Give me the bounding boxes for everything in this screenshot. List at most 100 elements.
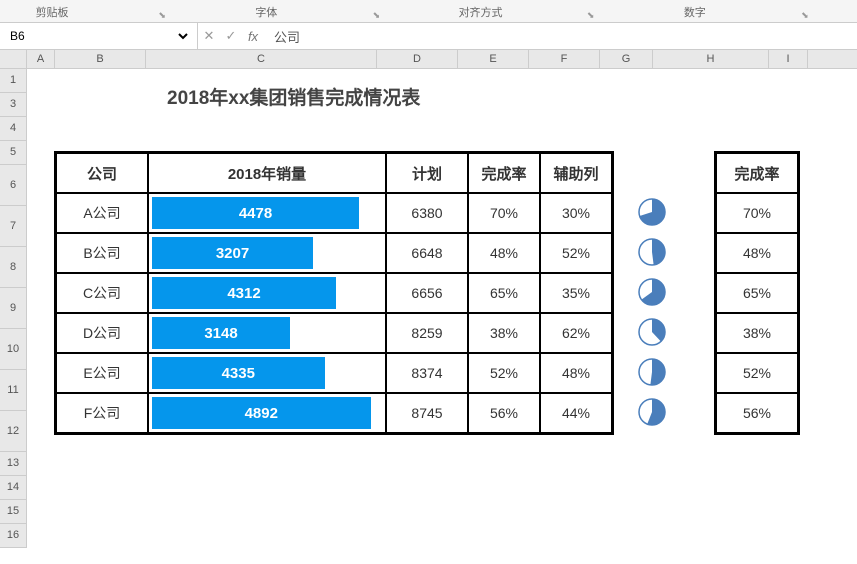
ribbon-group-align: 对齐方式 bbox=[429, 4, 533, 20]
col-header-A[interactable]: A bbox=[27, 50, 55, 68]
table-row: F公司4892874556%44% bbox=[56, 393, 612, 433]
enter-icon[interactable]: ✓ bbox=[220, 28, 242, 44]
worksheet: 1345678910111213141516 ABCDEFGHI 2018年xx… bbox=[0, 50, 857, 548]
ribbon-group-font: 字体 bbox=[214, 4, 318, 20]
row-header-15[interactable]: 15 bbox=[0, 500, 26, 524]
table-row: 70% bbox=[716, 193, 798, 233]
cell-company[interactable]: A公司 bbox=[56, 193, 148, 233]
cell-aux[interactable]: 44% bbox=[540, 393, 612, 433]
col-header-G[interactable]: G bbox=[600, 50, 653, 68]
cell-rate[interactable]: 56% bbox=[468, 393, 540, 433]
cell-aux[interactable]: 48% bbox=[540, 353, 612, 393]
row-header-8[interactable]: 8 bbox=[0, 247, 26, 288]
row-header-7[interactable]: 7 bbox=[0, 206, 26, 247]
cell-rate2[interactable]: 65% bbox=[716, 273, 798, 313]
cell-plan[interactable]: 6648 bbox=[386, 233, 468, 273]
cell-plan[interactable]: 6380 bbox=[386, 193, 468, 233]
table-header-row: 公司 2018年销量 计划 完成率 辅助列 bbox=[56, 153, 612, 193]
cell-sales[interactable]: 4478 bbox=[148, 193, 386, 233]
col-header-rate2[interactable]: 完成率 bbox=[716, 153, 798, 193]
table-row: B公司3207664848%52% bbox=[56, 233, 612, 273]
name-box-select[interactable]: B6 bbox=[6, 28, 191, 44]
row-header-12[interactable]: 12 bbox=[0, 411, 26, 452]
cell-company[interactable]: F公司 bbox=[56, 393, 148, 433]
cell-rate[interactable]: 48% bbox=[468, 233, 540, 273]
col-header-aux[interactable]: 辅助列 bbox=[540, 153, 612, 193]
table-row: 52% bbox=[716, 353, 798, 393]
cell-sales[interactable]: 4892 bbox=[148, 393, 386, 433]
cell-company[interactable]: C公司 bbox=[56, 273, 148, 313]
cell-sales[interactable]: 4335 bbox=[148, 353, 386, 393]
cell-aux[interactable]: 52% bbox=[540, 233, 612, 273]
cell-rate2[interactable]: 52% bbox=[716, 353, 798, 393]
row-header-13[interactable]: 13 bbox=[0, 452, 26, 476]
cell-sales[interactable]: 4312 bbox=[148, 273, 386, 313]
row-header-1[interactable]: 1 bbox=[0, 69, 26, 93]
main-table: 公司 2018年销量 计划 完成率 辅助列 A公司4478638070%30%B… bbox=[54, 151, 614, 435]
cell-plan[interactable]: 8259 bbox=[386, 313, 468, 353]
cell-plan[interactable]: 8745 bbox=[386, 393, 468, 433]
select-all-corner[interactable] bbox=[0, 50, 26, 69]
pie-icon bbox=[637, 277, 667, 307]
cell-rate[interactable]: 38% bbox=[468, 313, 540, 353]
cell-company[interactable]: E公司 bbox=[56, 353, 148, 393]
col-header-H[interactable]: H bbox=[653, 50, 769, 68]
row-header-4[interactable]: 4 bbox=[0, 117, 26, 141]
cell-aux[interactable]: 35% bbox=[540, 273, 612, 313]
cell-company[interactable]: D公司 bbox=[56, 313, 148, 353]
cell-aux[interactable]: 30% bbox=[540, 193, 612, 233]
cell-rate[interactable]: 65% bbox=[468, 273, 540, 313]
dialog-launcher-icon[interactable]: ⬊ bbox=[110, 10, 214, 20]
pie-icon bbox=[637, 237, 667, 267]
cell-aux[interactable]: 62% bbox=[540, 313, 612, 353]
fx-icon[interactable]: fx bbox=[242, 29, 264, 44]
cell-sales[interactable]: 3207 bbox=[148, 233, 386, 273]
col-header-I[interactable]: I bbox=[769, 50, 808, 68]
row-headers: 1345678910111213141516 bbox=[0, 50, 27, 548]
col-header-E[interactable]: E bbox=[458, 50, 529, 68]
row-header-14[interactable]: 14 bbox=[0, 476, 26, 500]
cell-plan[interactable]: 6656 bbox=[386, 273, 468, 313]
row-header-16[interactable]: 16 bbox=[0, 524, 26, 548]
formula-bar: B6 ✕ ✓ fx 公司 bbox=[0, 23, 857, 50]
ribbon-group-number: 数字 bbox=[643, 4, 747, 20]
name-box[interactable]: B6 bbox=[0, 23, 198, 49]
row-header-11[interactable]: 11 bbox=[0, 370, 26, 411]
cancel-icon[interactable]: ✕ bbox=[198, 28, 220, 44]
dialog-launcher-icon[interactable]: ⬊ bbox=[324, 10, 428, 20]
row-header-5[interactable]: 5 bbox=[0, 141, 26, 165]
cell-company[interactable]: B公司 bbox=[56, 233, 148, 273]
col-header-rate[interactable]: 完成率 bbox=[468, 153, 540, 193]
row-header-10[interactable]: 10 bbox=[0, 329, 26, 370]
col-header-plan[interactable]: 计划 bbox=[386, 153, 468, 193]
pie-icon bbox=[637, 317, 667, 347]
table-row: 38% bbox=[716, 313, 798, 353]
cell-plan[interactable]: 8374 bbox=[386, 353, 468, 393]
table-row: D公司3148825938%62% bbox=[56, 313, 612, 353]
cell-sales[interactable]: 3148 bbox=[148, 313, 386, 353]
col-header-D[interactable]: D bbox=[377, 50, 458, 68]
cell-rate[interactable]: 52% bbox=[468, 353, 540, 393]
cell-rate2[interactable]: 70% bbox=[716, 193, 798, 233]
col-header-C[interactable]: C bbox=[146, 50, 377, 68]
row-header-3[interactable]: 3 bbox=[0, 93, 26, 117]
ribbon-group-labels: 剪贴板⬊ 字体⬊ 对齐方式⬊ 数字⬊ bbox=[0, 0, 857, 23]
col-header-B[interactable]: B bbox=[55, 50, 146, 68]
dialog-launcher-icon[interactable]: ⬊ bbox=[539, 10, 643, 20]
col-header-company[interactable]: 公司 bbox=[56, 153, 148, 193]
cell-rate2[interactable]: 38% bbox=[716, 313, 798, 353]
cell-rate[interactable]: 70% bbox=[468, 193, 540, 233]
formula-input[interactable]: 公司 bbox=[264, 27, 857, 46]
col-header-F[interactable]: F bbox=[529, 50, 600, 68]
table-row: 48% bbox=[716, 233, 798, 273]
col-header-sales[interactable]: 2018年销量 bbox=[148, 153, 386, 193]
pie-icon bbox=[637, 357, 667, 387]
row-header-6[interactable]: 6 bbox=[0, 165, 26, 206]
rate-table: 完成率 70%48%65%38%52%56% bbox=[714, 151, 800, 435]
table-row: 65% bbox=[716, 273, 798, 313]
cell-rate2[interactable]: 48% bbox=[716, 233, 798, 273]
table-row: A公司4478638070%30% bbox=[56, 193, 612, 233]
dialog-launcher-icon[interactable]: ⬊ bbox=[753, 10, 857, 20]
cell-rate2[interactable]: 56% bbox=[716, 393, 798, 433]
row-header-9[interactable]: 9 bbox=[0, 288, 26, 329]
